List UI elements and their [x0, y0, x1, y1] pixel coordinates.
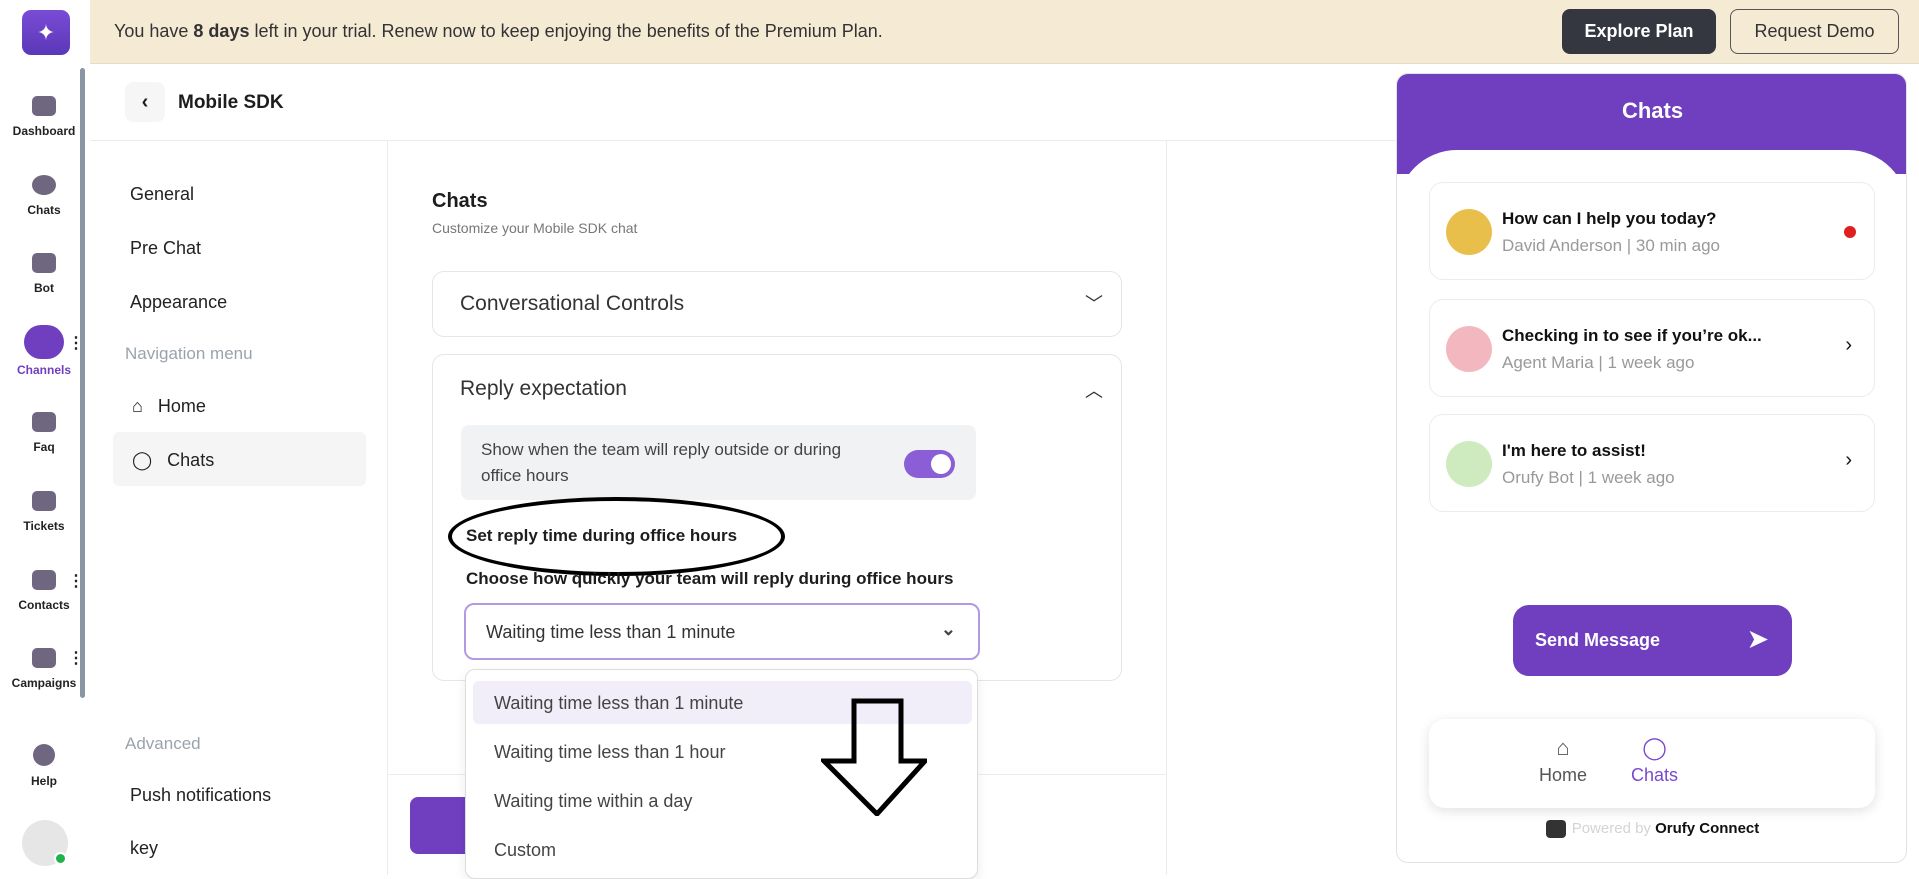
agent-avatar — [1446, 326, 1492, 372]
page-title: Mobile SDK — [178, 92, 284, 113]
request-demo-button[interactable]: Request Demo — [1730, 9, 1899, 54]
campaigns-icon — [32, 648, 56, 668]
set-reply-time-label: Set reply time during office hours — [466, 526, 738, 545]
select-value: Waiting time less than 1 minute — [486, 622, 736, 642]
chevron-down-icon: ⌄ — [940, 619, 956, 639]
channels-more-icon[interactable]: ⋮ — [68, 333, 84, 353]
chat-list-item[interactable]: How can I help you today? David Anderson… — [1429, 182, 1875, 280]
widget-nav-chats[interactable]: ◯ Chats — [1631, 735, 1678, 786]
send-icon: ➤ — [1747, 626, 1768, 653]
chevron-right-icon: › — [1845, 334, 1852, 356]
rail-item-faq[interactable]: Faq — [0, 412, 88, 454]
send-message-button[interactable]: Send Message ➤ — [1513, 605, 1792, 676]
powered-by: Powered by Orufy Connect — [1397, 820, 1906, 839]
rail-item-help[interactable]: Help — [0, 744, 88, 788]
chevron-down-icon: ﹀ — [1085, 294, 1103, 314]
rail-item-chats[interactable]: Chats — [0, 175, 88, 217]
widget-bottom-nav: ⌂ Home ◯ Chats — [1429, 719, 1875, 808]
send-label: Send Message — [1535, 630, 1661, 650]
trial-message: You have 8 days left in your trial. Rene… — [114, 21, 883, 41]
reply-time-select[interactable]: Waiting time less than 1 minute ⌄ — [464, 603, 980, 660]
nav-home[interactable]: ⌂ Home — [132, 396, 206, 417]
section-title: Chats — [432, 190, 488, 212]
tickets-icon — [32, 491, 56, 511]
office-hours-toggle[interactable] — [904, 450, 955, 478]
chat-list-item[interactable]: I'm here to assist! Orufy Bot | 1 week a… — [1429, 414, 1875, 512]
widget-nav-home[interactable]: ⌂ Home — [1539, 735, 1587, 786]
home-icon: ⌂ — [132, 396, 143, 416]
toggle-knob — [931, 454, 951, 474]
rail-item-dashboard[interactable]: Dashboard — [0, 96, 88, 138]
explore-plan-button[interactable]: Explore Plan — [1562, 9, 1716, 54]
header-divider — [90, 140, 1396, 141]
left-rail: ✦ Dashboard Chats Bot Channels ⋮ Faq Tic… — [0, 0, 88, 875]
chat-meta: Agent Maria | 1 week ago — [1502, 353, 1695, 372]
bot-icon — [32, 253, 56, 273]
annotation-down-arrow — [821, 698, 927, 816]
nav-push-notifications[interactable]: Push notifications — [130, 785, 271, 806]
nav-appearance[interactable]: Appearance — [130, 292, 227, 313]
main-divider — [1166, 141, 1167, 875]
choose-reply-label: Choose how quickly your team will reply … — [466, 569, 954, 588]
channels-icon — [24, 325, 64, 359]
contacts-icon — [32, 570, 56, 590]
chat-title: I'm here to assist! — [1502, 441, 1646, 460]
app-logo[interactable]: ✦ — [22, 10, 70, 55]
chat-bubble-icon: ◯ — [1642, 735, 1667, 760]
chat-title: How can I help you today? — [1502, 209, 1717, 228]
chat-title: Checking in to see if you’re ok... — [1502, 326, 1762, 345]
rail-item-tickets[interactable]: Tickets — [0, 491, 88, 533]
toggle-label: Show when the team will reply outside or… — [481, 440, 842, 485]
chat-meta: Orufy Bot | 1 week ago — [1502, 468, 1675, 487]
help-icon — [33, 744, 55, 766]
nav-pre-chat[interactable]: Pre Chat — [130, 238, 201, 259]
dashboard-icon — [32, 96, 56, 116]
rail-item-bot[interactable]: Bot — [0, 253, 88, 295]
option-custom[interactable]: Custom — [473, 828, 972, 871]
chevron-right-icon: › — [1845, 449, 1852, 471]
orufy-logo-icon — [1545, 820, 1566, 839]
nav-divider — [387, 141, 388, 875]
office-hours-toggle-row: Show when the team will reply outside or… — [461, 425, 976, 500]
nav-chats[interactable]: ◯ Chats — [132, 450, 214, 471]
bot-avatar — [1446, 441, 1492, 487]
faq-icon — [32, 412, 56, 432]
home-icon: ⌂ — [1556, 735, 1570, 760]
chat-widget-preview: Chats How can I help you today? David An… — [1396, 73, 1907, 863]
chevron-up-icon[interactable]: ︿ — [1085, 377, 1103, 403]
nav-general[interactable]: General — [130, 184, 194, 205]
nav-menu-heading: Navigation menu — [125, 344, 253, 363]
unread-dot — [1844, 226, 1856, 238]
contacts-more-icon[interactable]: ⋮ — [68, 571, 84, 591]
accordion-title[interactable]: Reply expectation — [460, 377, 627, 401]
chats-icon — [32, 175, 56, 195]
section-subtitle: Customize your Mobile SDK chat — [432, 220, 638, 236]
back-button[interactable]: ‹ — [125, 82, 165, 122]
nav-key[interactable]: key — [130, 838, 158, 859]
accordion-title: Conversational Controls — [460, 292, 685, 315]
chat-bubble-icon: ◯ — [132, 450, 153, 470]
online-status-dot — [54, 852, 67, 865]
trial-banner: You have 8 days left in your trial. Rene… — [90, 0, 1919, 64]
conversational-controls-accordion[interactable]: Conversational Controls ﹀ — [432, 271, 1122, 337]
agent-avatar — [1446, 209, 1492, 255]
widget-title: Chats — [1621, 98, 1684, 123]
chat-meta: David Anderson | 30 min ago — [1502, 236, 1720, 255]
chat-list-item[interactable]: Checking in to see if you’re ok... Agent… — [1429, 299, 1875, 397]
advanced-heading: Advanced — [125, 734, 201, 753]
campaigns-more-icon[interactable]: ⋮ — [68, 648, 84, 668]
